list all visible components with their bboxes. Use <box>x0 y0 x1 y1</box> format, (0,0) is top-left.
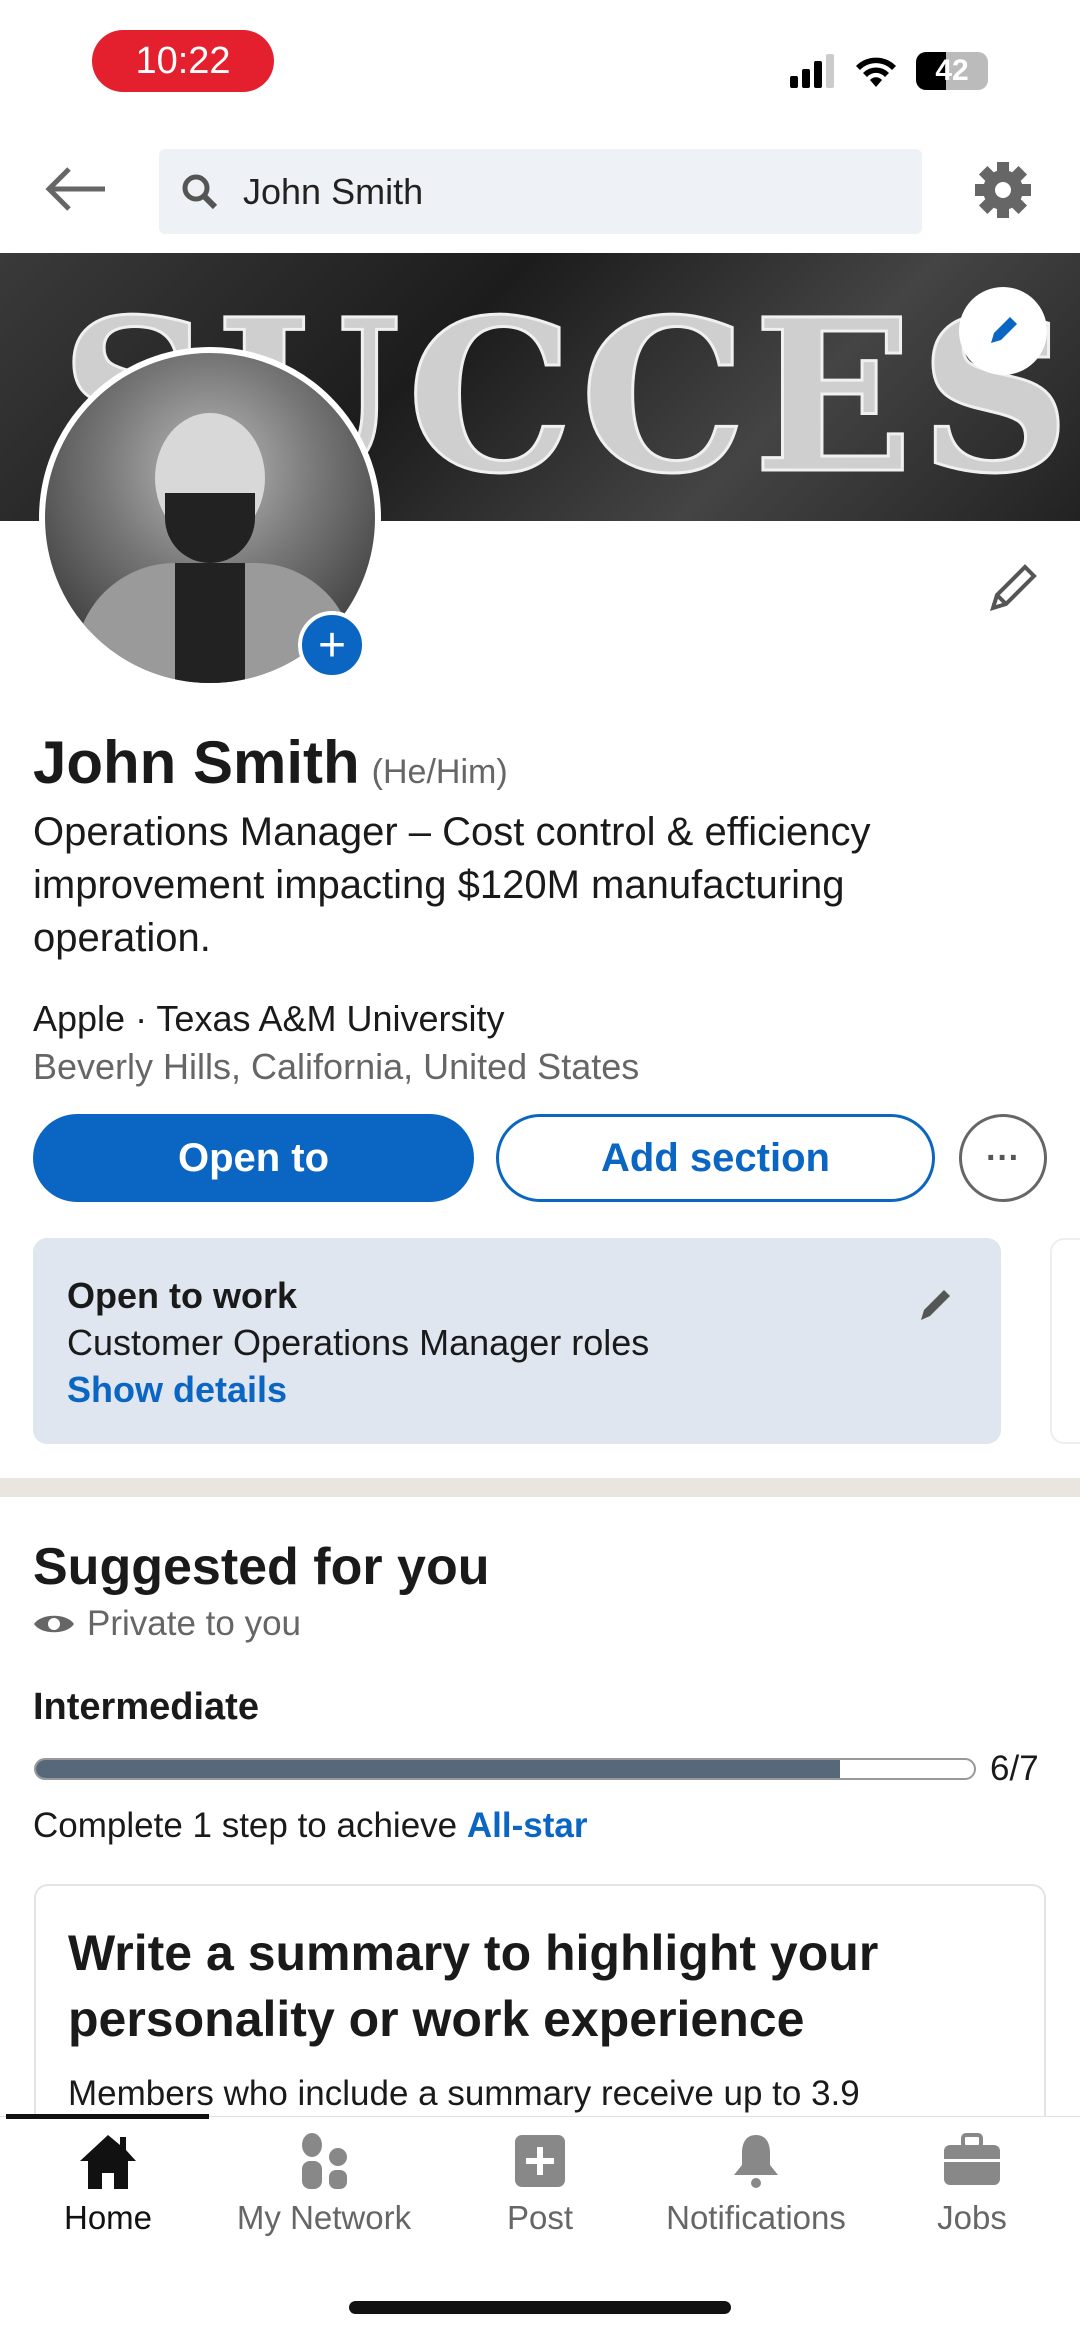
open-to-button[interactable]: Open to <box>33 1114 474 1202</box>
eye-icon <box>34 1615 74 1633</box>
section-divider <box>0 1478 1080 1497</box>
add-section-button[interactable]: Add section <box>496 1114 935 1202</box>
status-time: 10:22 <box>92 30 274 92</box>
next-card-partial[interactable] <box>1050 1238 1080 1444</box>
search-value: John Smith <box>243 170 424 212</box>
bell-icon <box>734 2135 778 2188</box>
show-details-link[interactable]: Show details <box>67 1366 967 1413</box>
open-to-work-card[interactable]: Open to work Customer Operations Manager… <box>33 1238 1001 1444</box>
edit-banner-button[interactable] <box>959 287 1047 375</box>
nav-home[interactable]: Home <box>0 2133 216 2237</box>
otw-roles: Customer Operations Manager roles <box>67 1322 650 1363</box>
progress-label: 6/7 <box>990 1749 1039 1788</box>
active-tab-indicator <box>6 2114 209 2119</box>
pencil-icon <box>991 317 1017 343</box>
suggested-title: Suggested for you <box>33 1538 490 1596</box>
status-icons: 42 <box>790 52 988 90</box>
bottom-nav: Home My Network Post Notifications Jobs <box>0 2114 1080 2336</box>
privacy-note: Private to you <box>33 1604 301 1644</box>
briefcase-icon <box>944 2133 1000 2185</box>
battery-icon: 42 <box>916 52 988 90</box>
network-icon <box>302 2133 347 2189</box>
complete-text: Complete 1 step to achieve All-star <box>33 1806 588 1845</box>
gear-icon[interactable] <box>973 160 1033 220</box>
home-indicator <box>349 2301 731 2314</box>
post-icon <box>515 2135 565 2187</box>
more-button[interactable]: ··· <box>959 1114 1047 1202</box>
search-icon <box>182 174 218 209</box>
profile-name: John Smith (He/Him) <box>33 729 508 796</box>
home-icon <box>80 2135 136 2189</box>
edit-profile-pencil-icon[interactable] <box>985 560 1041 616</box>
location: Beverly Hills, California, United States <box>33 1046 640 1087</box>
progress-fill <box>36 1760 840 1778</box>
nav-notifications[interactable]: Notifications <box>648 2133 864 2237</box>
add-photo-button[interactable]: + <box>298 611 366 679</box>
summary-card-title: Write a summary to highlight your person… <box>68 1925 879 2047</box>
plus-icon: + <box>317 618 347 672</box>
summary-card-text: Members who include a summary receive up… <box>68 2074 860 2113</box>
nav-jobs[interactable]: Jobs <box>864 2133 1080 2237</box>
nav-my-network[interactable]: My Network <box>216 2133 432 2237</box>
signal-icon <box>790 54 834 88</box>
company-school[interactable]: Apple · Texas A&M University <box>33 998 505 1040</box>
otw-title: Open to work <box>67 1275 298 1316</box>
pronouns: (He/Him) <box>371 753 508 791</box>
progress-bar <box>34 1758 976 1780</box>
nav-post[interactable]: Post <box>432 2133 648 2237</box>
search-input[interactable]: John Smith <box>159 149 922 234</box>
all-star-link[interactable]: All-star <box>467 1806 588 1845</box>
edit-otw-pencil-icon[interactable] <box>915 1282 957 1324</box>
level-label: Intermediate <box>33 1686 259 1728</box>
profile-headline: Operations Manager – Cost control & effi… <box>33 810 871 960</box>
back-arrow-icon[interactable] <box>45 166 107 212</box>
wifi-icon <box>856 57 896 87</box>
